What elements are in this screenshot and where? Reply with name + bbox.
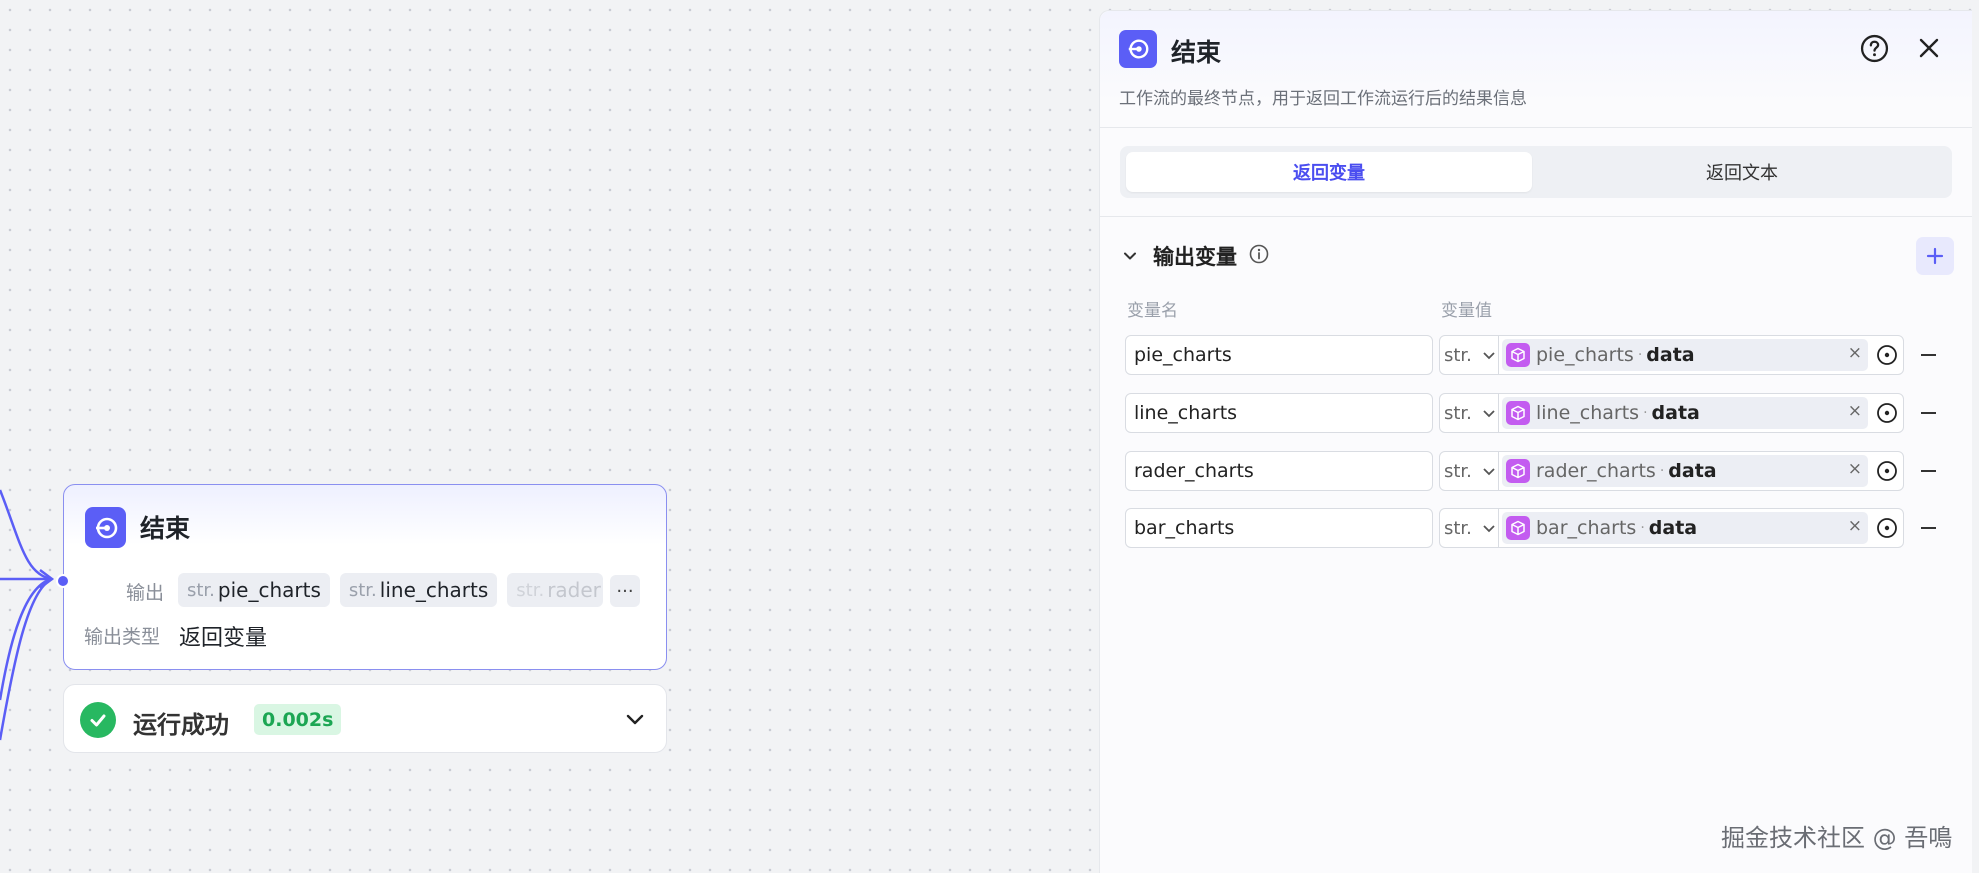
output-type-value: 返回变量 [179, 626, 268, 651]
run-time-badge: 0.002s [254, 704, 342, 735]
return-mode-tabs: 返回变量 返回文本 [1120, 146, 1952, 198]
variable-name-input[interactable]: pie_charts [1125, 335, 1433, 375]
type-select[interactable]: str. [1444, 394, 1496, 432]
clear-reference-button[interactable]: × [1848, 516, 1862, 536]
chevron-down-icon [1483, 410, 1495, 418]
divider [1100, 216, 1972, 217]
clear-reference-button[interactable]: × [1848, 401, 1862, 421]
close-icon[interactable] [1917, 36, 1941, 64]
type-select[interactable]: str. [1444, 509, 1496, 547]
cube-icon [1506, 516, 1530, 540]
cube-icon [1506, 343, 1530, 367]
target-icon[interactable] [1876, 517, 1898, 543]
variable-value-field: str. rader_charts · data × [1439, 451, 1904, 491]
output-tag: str. pie_charts [178, 573, 330, 607]
output-tags: str. pie_charts str. line_charts str. rader [178, 573, 604, 607]
output-label: 输出 [126, 582, 165, 604]
run-status-bar[interactable]: 运行成功 0.002s [63, 684, 667, 753]
variable-row: pie_charts str. pie_charts · data × [1125, 335, 1963, 375]
variable-value-field: str. pie_charts · data × [1439, 335, 1904, 375]
target-icon[interactable] [1876, 460, 1898, 486]
clear-reference-button[interactable]: × [1848, 459, 1862, 479]
remove-variable-button[interactable] [1921, 527, 1936, 529]
end-node-card[interactable]: 结束 输出 str. pie_charts str. line_charts str… [56, 484, 667, 670]
add-variable-button[interactable] [1916, 237, 1954, 275]
watermark: 掘金技术社区 @ 吾鳴 [1721, 824, 1953, 852]
target-icon[interactable] [1876, 402, 1898, 428]
variable-value-field: str. bar_charts · data × [1439, 508, 1904, 548]
tab-return-text[interactable]: 返回文本 [1536, 152, 1948, 192]
output-tag: str. rader [507, 573, 604, 607]
column-header-value: 变量值 [1441, 301, 1492, 321]
node-title: 结束 [140, 514, 191, 543]
variable-name-input[interactable]: bar_charts [1125, 508, 1433, 548]
panel-title: 结束 [1171, 38, 1222, 67]
variable-reference[interactable]: rader_charts · data × [1502, 455, 1868, 487]
cube-icon [1506, 459, 1530, 483]
more-tags-button[interactable]: ··· [610, 575, 640, 607]
target-icon[interactable] [1876, 344, 1898, 370]
output-type-label: 输出类型 [84, 626, 161, 648]
input-handle[interactable] [56, 574, 70, 588]
remove-variable-button[interactable] [1921, 354, 1936, 356]
run-status-text: 运行成功 [133, 711, 229, 739]
remove-variable-button[interactable] [1921, 470, 1936, 472]
type-select[interactable]: str. [1444, 336, 1496, 374]
variable-name-input[interactable]: line_charts [1125, 393, 1433, 433]
variable-name-input[interactable]: rader_charts [1125, 451, 1433, 491]
chevron-down-icon [1483, 525, 1495, 533]
variable-reference[interactable]: bar_charts · data × [1502, 512, 1868, 544]
variable-reference[interactable]: pie_charts · data × [1502, 339, 1868, 371]
section-title-output-variables[interactable]: 输出变量 [1153, 241, 1237, 271]
variable-value-field: str. line_charts · data × [1439, 393, 1904, 433]
end-node-settings-panel: 结束 工作流的最终节点，用于返回工作流运行后的结果信息 返回变量 返回文本 输出… [1099, 10, 1972, 873]
chevron-down-icon [1483, 468, 1495, 476]
end-node-icon [85, 507, 126, 548]
remove-variable-button[interactable] [1921, 412, 1936, 414]
type-select[interactable]: str. [1444, 452, 1496, 490]
clear-reference-button[interactable]: × [1848, 343, 1862, 363]
variable-row: line_charts str. line_charts · data × [1125, 393, 1963, 433]
chevron-down-icon[interactable] [1122, 248, 1138, 268]
info-icon[interactable] [1249, 244, 1269, 268]
column-header-name: 变量名 [1127, 301, 1178, 321]
check-icon [80, 702, 116, 738]
output-tag: str. line_charts [339, 573, 498, 607]
plus-icon [1926, 247, 1944, 265]
variable-row: rader_charts str. rader_charts · data × [1125, 451, 1963, 491]
panel-description: 工作流的最终节点，用于返回工作流运行后的结果信息 [1119, 89, 1527, 109]
variable-row: bar_charts str. bar_charts · data × [1125, 508, 1963, 548]
tab-return-variable[interactable]: 返回变量 [1126, 152, 1532, 192]
end-node-icon [1119, 30, 1157, 68]
chevron-down-icon[interactable] [625, 709, 645, 733]
help-icon[interactable] [1860, 34, 1889, 67]
chevron-down-icon [1483, 352, 1495, 360]
panel-header: 结束 工作流的最终节点，用于返回工作流运行后的结果信息 [1100, 11, 1972, 128]
cube-icon [1506, 401, 1530, 425]
variable-reference[interactable]: line_charts · data × [1502, 397, 1868, 429]
